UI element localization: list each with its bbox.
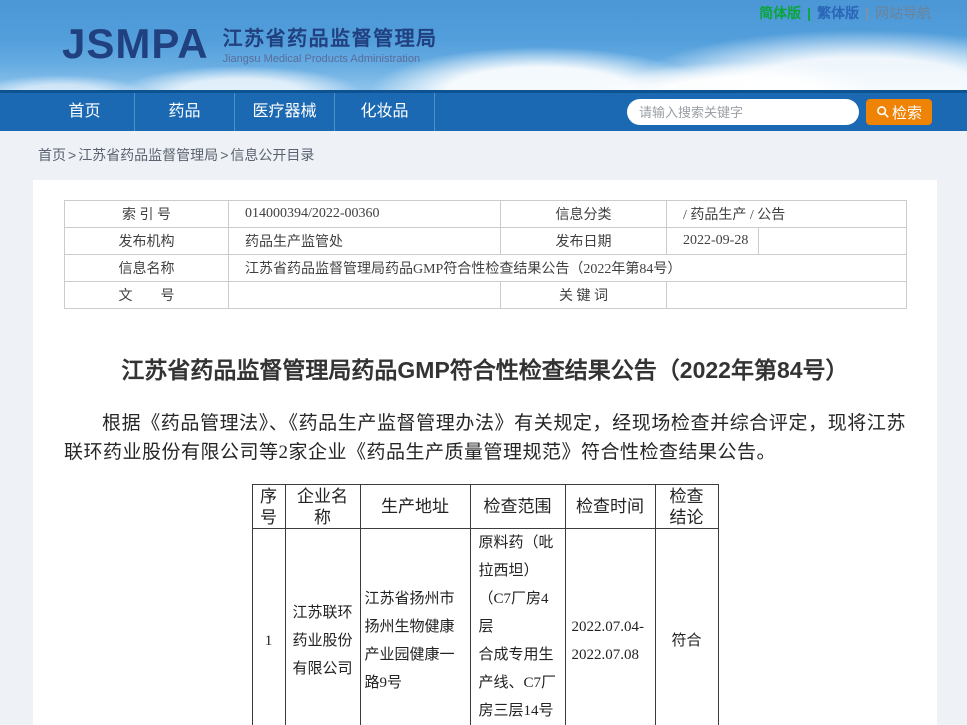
meta-keyword-value	[667, 282, 907, 309]
content-card: 索 引 号 014000394/2022-00360 信息分类 / 药品生产 /…	[33, 180, 937, 725]
breadcrumb-current: 信息公开目录	[230, 147, 314, 163]
meta-date-value: 2022-09-28	[667, 228, 759, 255]
link-site-navigation[interactable]: 网站导航	[875, 5, 931, 21]
topbar: 简体版 | 繁体版 | 网站导航	[759, 3, 931, 23]
col-header-time: 检查时间	[565, 485, 655, 529]
cell-seq: 1	[252, 529, 285, 725]
meta-docno-value	[229, 282, 501, 309]
breadcrumb-separator: >	[220, 147, 228, 163]
search-box: 检索	[627, 99, 932, 125]
agency-name-chinese: 江苏省药品监督管理局	[223, 22, 438, 51]
logo-names: 江苏省药品监督管理局 Jiangsu Medical Products Admi…	[223, 22, 438, 65]
breadcrumb-agency[interactable]: 江苏省药品监督管理局	[78, 147, 218, 163]
agency-logo[interactable]: JSMPA 江苏省药品监督管理局 Jiangsu Medical Product…	[62, 22, 438, 65]
article-paragraph: 根据《药品管理法》、《药品生产监督管理办法》有关规定，经现场检查并综合评定，现将…	[64, 409, 906, 467]
col-header-address: 生产地址	[360, 485, 470, 529]
logo-acronym: JSMPA	[62, 24, 209, 64]
breadcrumb-home[interactable]: 首页	[38, 147, 66, 163]
meta-name-value: 江苏省药品监督管理局药品GMP符合性检查结果公告（2022年第84号）	[229, 255, 907, 282]
col-header-company: 企业名称	[285, 485, 360, 529]
link-simplified-chinese[interactable]: 简体版	[759, 5, 801, 21]
meta-row: 发布机构 药品生产监管处 发布日期 2022-09-28	[65, 228, 907, 255]
col-header-seq: 序号	[252, 485, 285, 529]
search-button[interactable]: 检索	[866, 99, 932, 125]
topbar-divider: |	[865, 5, 869, 21]
table-header-row: 序号 企业名称 生产地址 检查范围 检查时间 检查结论	[252, 485, 718, 529]
cell-scope: 原料药（吡 拉西坦） （C7厂房4层 合成专用生 产线、C7厂 房三层14号 精…	[470, 529, 565, 725]
site-header: 简体版 | 繁体版 | 网站导航 JSMPA 江苏省药品监督管理局 Jiangsu Me…	[0, 0, 967, 90]
table-row: 1 江苏联环药业股份有限公司 江苏省扬州市扬州生物健康产业园健康一路9号 原料药…	[252, 529, 718, 725]
main-nav: 首页 药品 医疗器械 化妆品 检索	[0, 90, 967, 131]
breadcrumb-separator: >	[68, 147, 76, 163]
col-header-result: 检查结论	[655, 485, 718, 529]
cell-address: 江苏省扬州市扬州生物健康产业园健康一路9号	[360, 529, 470, 725]
meta-index-value: 014000394/2022-00360	[229, 201, 501, 228]
cell-time: 2022.07.04- 2022.07.08	[565, 529, 655, 725]
meta-index-label: 索 引 号	[65, 201, 229, 228]
search-icon	[876, 105, 890, 119]
nav-item-drugs[interactable]: 药品	[135, 93, 235, 131]
meta-agency-value: 药品生产监管处	[229, 228, 501, 255]
nav-item-home[interactable]: 首页	[35, 93, 135, 131]
meta-date-extra-cell	[759, 228, 907, 255]
meta-row: 信息名称 江苏省药品监督管理局药品GMP符合性检查结果公告（2022年第84号）	[65, 255, 907, 282]
document-meta-table: 索 引 号 014000394/2022-00360 信息分类 / 药品生产 /…	[64, 200, 907, 309]
breadcrumb: 首页>江苏省药品监督管理局>信息公开目录	[0, 131, 967, 165]
nav-item-cosmetics[interactable]: 化妆品	[335, 93, 435, 131]
meta-row: 文 号 关 键 词	[65, 282, 907, 309]
meta-name-label: 信息名称	[65, 255, 229, 282]
inspection-results-table: 序号 企业名称 生产地址 检查范围 检查时间 检查结论 1 江苏联环药业股份有限…	[252, 484, 719, 725]
search-input[interactable]	[627, 99, 859, 125]
cell-company: 江苏联环药业股份有限公司	[285, 529, 360, 725]
page-title: 江苏省药品监督管理局药品GMP符合性检查结果公告（2022年第84号）	[64, 351, 906, 385]
cell-result: 符合	[655, 529, 718, 725]
agency-name-english: Jiangsu Medical Products Administration	[223, 53, 438, 65]
nav-item-medical-devices[interactable]: 医疗器械	[235, 93, 335, 131]
meta-category-label: 信息分类	[501, 201, 667, 228]
col-header-scope: 检查范围	[470, 485, 565, 529]
meta-category-value: / 药品生产 / 公告	[667, 201, 907, 228]
meta-row: 索 引 号 014000394/2022-00360 信息分类 / 药品生产 /…	[65, 201, 907, 228]
meta-date-label: 发布日期	[501, 228, 667, 255]
meta-agency-label: 发布机构	[65, 228, 229, 255]
topbar-divider: |	[807, 5, 811, 21]
link-traditional-chinese[interactable]: 繁体版	[817, 5, 859, 21]
meta-keyword-label: 关 键 词	[501, 282, 667, 309]
meta-docno-label: 文 号	[65, 282, 229, 309]
search-button-label: 检索	[892, 102, 922, 123]
